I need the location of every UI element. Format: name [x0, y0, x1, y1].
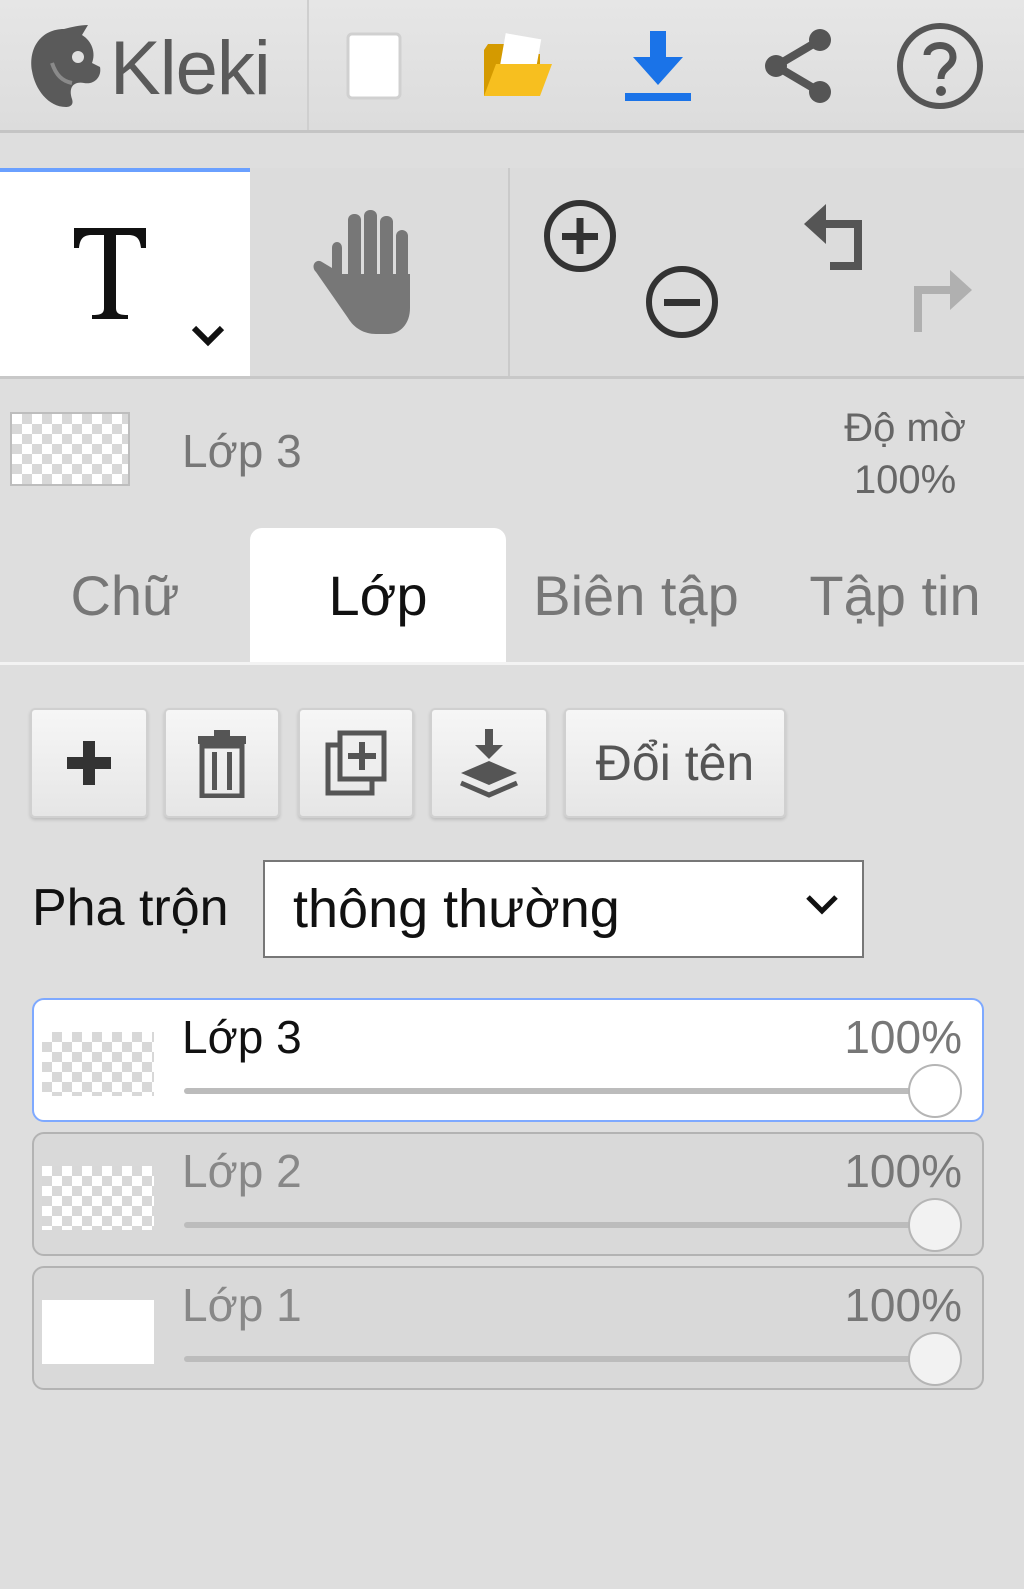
- layer-item[interactable]: Lớp 3 100%: [32, 998, 984, 1122]
- logo-text: Kleki: [110, 25, 271, 111]
- layer-opacity-value: 100%: [844, 1011, 962, 1063]
- toolbar: [0, 168, 1024, 379]
- chevron-down-icon: [191, 325, 225, 347]
- chevron-down-icon: [806, 895, 838, 915]
- share-button[interactable]: [752, 20, 844, 112]
- duplicate-layer-button[interactable]: [298, 708, 414, 818]
- text-tool-icon: [74, 228, 146, 319]
- opacity-label: Độ mờ: [844, 406, 966, 450]
- new-image-button[interactable]: [328, 20, 420, 112]
- hand-tool-icon: [313, 210, 410, 334]
- layer-name: Lớp 1: [182, 1279, 302, 1331]
- delete-layer-button[interactable]: [164, 708, 280, 818]
- share-icon: [765, 29, 831, 103]
- merge-down-icon: [460, 729, 518, 798]
- rename-layer-button[interactable]: Đổi tên: [564, 708, 786, 818]
- blend-mode-value: thông thường: [293, 879, 620, 939]
- new-image-icon: [346, 32, 402, 100]
- kleki-logo-icon: [31, 25, 101, 107]
- download-button[interactable]: [612, 20, 704, 112]
- tab-text[interactable]: Chữ: [0, 528, 250, 662]
- duplicate-layer-icon: [325, 730, 387, 796]
- add-layer-button[interactable]: [30, 708, 148, 818]
- layer-opacity-slider-handle[interactable]: [908, 1198, 962, 1252]
- layer-opacity-slider-handle[interactable]: [908, 1064, 962, 1118]
- merge-down-button[interactable]: [430, 708, 548, 818]
- layer-opacity-value: 100%: [844, 1145, 962, 1197]
- kleki-logo[interactable]: Kleki: [22, 18, 271, 118]
- layer-thumbnail: [42, 1300, 154, 1364]
- layer-name: Lớp 2: [182, 1145, 302, 1197]
- layer-thumbnail: [42, 1166, 154, 1230]
- layer-opacity-slider[interactable]: [184, 1222, 936, 1228]
- text-tool-button[interactable]: [0, 168, 250, 376]
- current-layer-info: Lớp 3 Độ mờ 100%: [0, 378, 1024, 528]
- layer-thumbnail: [42, 1032, 154, 1096]
- panel-tabs: Chữ Lớp Biên tập Tập tin: [0, 528, 1024, 665]
- open-folder-icon: [484, 33, 552, 96]
- layer-opacity-slider[interactable]: [184, 1088, 936, 1094]
- layer-item[interactable]: Lớp 1 100%: [32, 1266, 984, 1390]
- tab-layers[interactable]: Lớp: [250, 528, 506, 662]
- opacity-value: 100%: [853, 458, 957, 502]
- blend-mode-label: Pha trộn: [32, 879, 229, 937]
- layer-item[interactable]: Lớp 2 100%: [32, 1132, 984, 1256]
- layer-opacity-slider[interactable]: [184, 1356, 936, 1362]
- blend-mode-select[interactable]: thông thường: [263, 860, 864, 958]
- delete-layer-icon: [198, 730, 246, 798]
- add-layer-icon: [67, 741, 111, 785]
- history-controls: [766, 168, 1024, 376]
- help-icon: [897, 23, 983, 109]
- open-button[interactable]: [472, 20, 564, 112]
- zoom-in-icon[interactable]: [542, 198, 618, 274]
- layer-opacity-slider-handle[interactable]: [908, 1332, 962, 1386]
- zoom-out-icon[interactable]: [644, 264, 720, 340]
- topbar-divider: [307, 0, 309, 130]
- top-bar: Kleki: [0, 0, 1024, 133]
- current-layer-thumbnail: [10, 412, 130, 486]
- tab-file[interactable]: Tập tin: [766, 528, 1024, 662]
- download-icon: [625, 31, 691, 101]
- help-button[interactable]: [894, 20, 986, 112]
- current-layer-opacity: Độ mờ 100%: [844, 402, 966, 506]
- rename-label: Đổi tên: [595, 735, 755, 791]
- tab-edit[interactable]: Biên tập: [506, 528, 766, 662]
- zoom-controls: [508, 168, 768, 376]
- current-layer-name: Lớp 3: [182, 425, 302, 477]
- layer-opacity-value: 100%: [844, 1279, 962, 1331]
- layer-name: Lớp 3: [182, 1011, 302, 1063]
- redo-icon[interactable]: [902, 264, 976, 340]
- hand-tool-button[interactable]: [250, 168, 508, 376]
- undo-icon[interactable]: [800, 198, 874, 274]
